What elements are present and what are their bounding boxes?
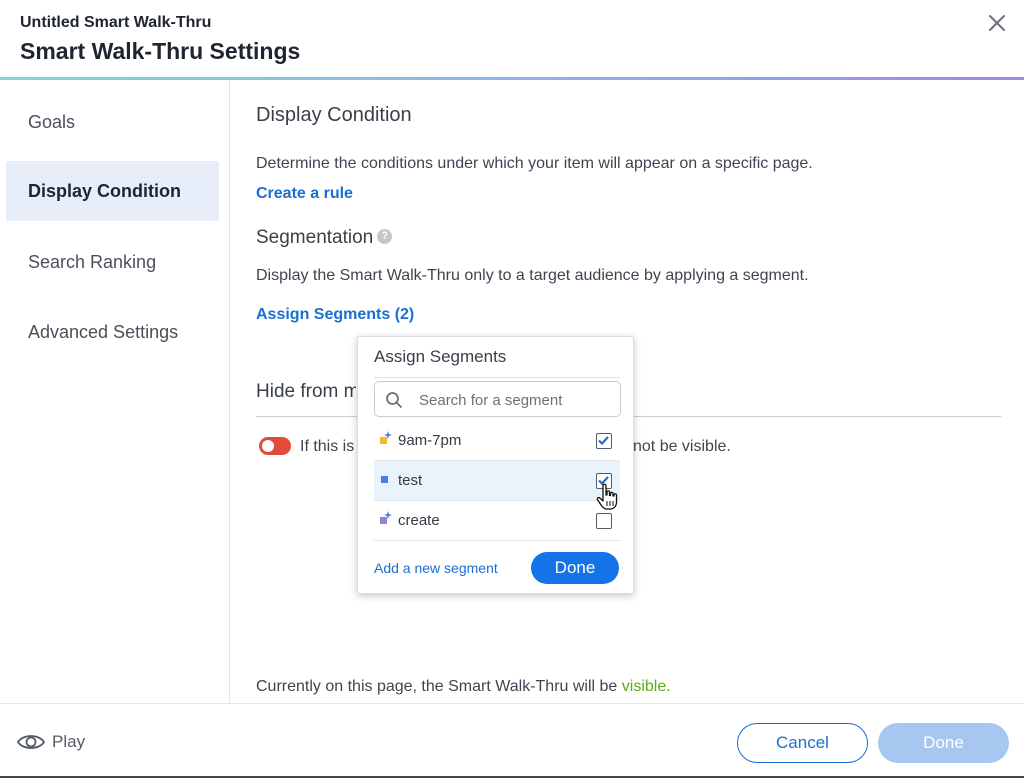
toggle-description-start: If this is	[300, 438, 355, 455]
hide-toggle[interactable]	[259, 437, 291, 455]
search-placeholder: Search for a segment	[419, 392, 563, 409]
popover-title: Assign Segments	[374, 347, 507, 366]
play-button[interactable]: Play	[16, 732, 85, 752]
close-icon	[989, 15, 1005, 31]
item-name: Untitled Smart Walk-Thru	[20, 14, 212, 31]
sidebar-item-goals[interactable]: Goals	[6, 92, 219, 152]
segment-name: test	[398, 472, 423, 489]
segment-sparkle-icon	[380, 431, 392, 444]
cancel-button[interactable]: Cancel	[737, 723, 868, 763]
done-button[interactable]: Done	[878, 723, 1009, 763]
page-title: Smart Walk-Thru Settings	[20, 38, 301, 64]
segment-checkbox[interactable]	[596, 433, 612, 449]
hide-heading: Hide from m	[256, 381, 356, 402]
segment-checkbox[interactable]	[596, 513, 612, 529]
display-condition-description: Determine the conditions under which you…	[256, 155, 813, 172]
segment-row-create[interactable]: create	[374, 501, 620, 541]
segment-name: 9am-7pm	[398, 432, 462, 449]
toggle-description-end: not be visible.	[633, 438, 731, 455]
segment-name: create	[398, 512, 440, 529]
segmentation-description: Display the Smart Walk-Thru only to a ta…	[256, 267, 809, 284]
segment-square-icon	[381, 476, 388, 483]
visibility-status: Currently on this page, the Smart Walk-T…	[256, 678, 671, 696]
segment-row-9am-7pm[interactable]: 9am-7pm	[374, 421, 620, 461]
dialog-header: Untitled Smart Walk-Thru Smart Walk-Thru…	[0, 0, 1024, 80]
segment-sparkle-icon	[380, 511, 392, 524]
sidebar-item-display-condition[interactable]: Display Condition	[6, 161, 219, 221]
checkmark-icon	[598, 436, 609, 446]
assign-segments-popover: Assign Segments Search for a segment 9am…	[357, 336, 634, 594]
help-icon[interactable]: ?	[377, 229, 393, 244]
hand-cursor-icon	[596, 483, 618, 510]
popover-done-button[interactable]: Done	[531, 552, 619, 584]
toggle-knob	[262, 440, 274, 452]
popover-divider	[374, 377, 620, 378]
play-label: Play	[52, 732, 86, 751]
dialog-footer: Play Cancel Done	[0, 703, 1024, 778]
visibility-status-value: visible.	[621, 678, 671, 695]
display-condition-heading: Display Condition	[256, 104, 412, 126]
search-icon	[386, 392, 402, 408]
sidebar-item-advanced-settings[interactable]: Advanced Settings	[6, 302, 219, 362]
segmentation-heading-text: Segmentation	[256, 227, 374, 248]
segment-row-test[interactable]: test	[374, 461, 620, 501]
sidebar-item-search-ranking[interactable]: Search Ranking	[6, 232, 219, 292]
create-rule-link[interactable]: Create a rule	[256, 185, 353, 203]
eye-icon	[16, 735, 46, 749]
visibility-status-text: Currently on this page, the Smart Walk-T…	[256, 678, 622, 695]
add-new-segment-link[interactable]: Add a new segment	[374, 560, 498, 576]
settings-sidebar: Goals Display Condition Search Ranking A…	[0, 80, 230, 703]
close-button[interactable]	[984, 10, 1010, 36]
segment-search-input[interactable]: Search for a segment	[374, 381, 621, 417]
assign-segments-link[interactable]: Assign Segments (2)	[256, 306, 414, 324]
segmentation-heading: Segmentation?	[256, 227, 393, 249]
